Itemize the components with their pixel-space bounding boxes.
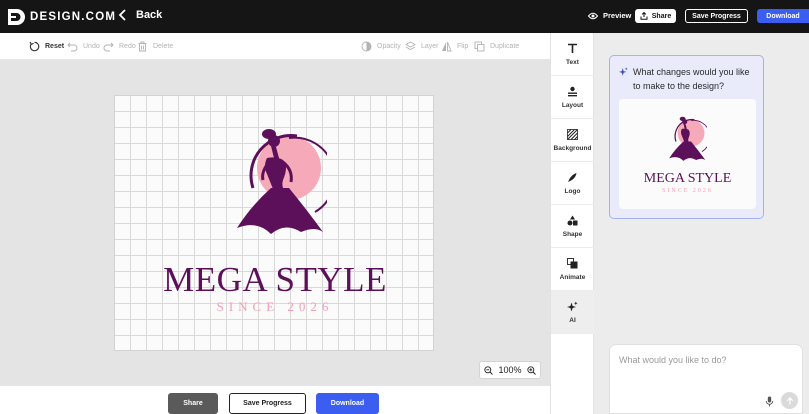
layout-icon xyxy=(568,86,577,96)
microphone-icon[interactable] xyxy=(765,396,774,407)
preview-subtitle-text: SINCE 2026 xyxy=(662,188,713,194)
zoom-out-icon[interactable] xyxy=(484,365,493,375)
layer-button[interactable]: Layer xyxy=(405,41,439,52)
logo-title-text[interactable]: MEGA STYLE xyxy=(115,262,435,297)
send-button[interactable] xyxy=(781,392,798,409)
redo-button[interactable]: Redo xyxy=(103,41,136,52)
rail-item-label: Animate xyxy=(559,273,586,281)
rail-item-ai[interactable]: AI xyxy=(551,291,594,334)
design-preview-thumbnail[interactable]: MEGA STYLE SINCE 2026 xyxy=(619,99,756,209)
text-icon xyxy=(568,43,577,53)
flip-icon xyxy=(442,41,452,52)
rail-item-layout[interactable]: Layout xyxy=(551,76,594,119)
share-button[interactable]: Share xyxy=(168,393,218,414)
brand[interactable]: DESIGN.COM xyxy=(7,7,116,26)
canvas-area[interactable]: MEGA STYLE SINCE 2026 100% xyxy=(0,60,550,385)
rail-item-shape[interactable]: Shape xyxy=(551,205,594,248)
undo-icon xyxy=(67,42,78,52)
preview-label: Preview xyxy=(603,11,632,20)
ai-question-text: What changes would you like to make to t… xyxy=(633,67,750,91)
rail-item-background[interactable]: Background xyxy=(551,119,594,162)
ai-sparkle-icon xyxy=(567,301,578,311)
chat-input-box xyxy=(609,344,803,414)
share-icon xyxy=(640,12,648,20)
zoom-control: 100% xyxy=(479,361,541,379)
arrow-up-icon xyxy=(786,396,793,404)
opacity-button[interactable]: Opacity xyxy=(361,41,401,52)
preview-button[interactable]: Preview xyxy=(588,11,631,20)
opacity-icon xyxy=(361,41,372,52)
ai-message-card: What changes would you like to make to t… xyxy=(609,55,764,219)
zoom-level: 100% xyxy=(498,365,522,375)
ai-question: What changes would you like to make to t… xyxy=(619,65,759,93)
fashion-woman-emblem-icon xyxy=(669,116,707,161)
flip-label: Flip xyxy=(457,43,469,50)
rail-item-label: Logo xyxy=(564,187,581,195)
animate-icon xyxy=(567,257,578,268)
back-label: Back xyxy=(136,9,163,21)
rail-item-label: Text xyxy=(566,58,579,66)
reset-button[interactable]: Reset xyxy=(29,41,64,52)
logo-subtitle-text[interactable]: SINCE 2026 xyxy=(115,300,435,313)
download-button[interactable]: Download xyxy=(316,393,379,414)
undo-button[interactable]: Undo xyxy=(67,41,100,52)
preview-title-text: MEGA STYLE xyxy=(643,171,732,186)
chat-input[interactable] xyxy=(619,353,794,367)
duplicate-icon xyxy=(474,41,485,52)
zoom-in-icon[interactable] xyxy=(527,365,536,375)
header-download-button[interactable]: Download xyxy=(757,9,809,23)
chevron-left-icon xyxy=(118,9,126,21)
ai-chat-panel: What changes would you like to make to t… xyxy=(594,33,809,414)
top-bar: DESIGN.COM Back Preview Share Save Progr… xyxy=(0,0,809,33)
design-com-logo-icon xyxy=(8,8,25,25)
rail-item-label: AI xyxy=(569,316,576,324)
undo-label: Undo xyxy=(83,43,100,50)
brand-name: DESIGN.COM xyxy=(30,10,117,23)
rail-item-label: Background xyxy=(553,144,592,152)
delete-label: Delete xyxy=(153,43,174,50)
bottom-bar: Share Save Progress Download xyxy=(0,385,550,414)
save-progress-button[interactable]: Save Progress xyxy=(229,393,306,414)
header-share-button[interactable]: Share xyxy=(635,9,676,23)
rail-item-label: Layout xyxy=(561,101,584,109)
reset-label: Reset xyxy=(45,43,65,50)
ai-sparkle-icon xyxy=(619,67,628,76)
rail-item-text[interactable]: Text xyxy=(551,33,594,76)
tool-rail: Text Layout Background Logo Shape Animat… xyxy=(550,33,594,414)
redo-icon xyxy=(103,42,114,52)
rail-item-animate[interactable]: Animate xyxy=(551,248,594,291)
eye-icon xyxy=(588,12,598,19)
rail-item-logo[interactable]: Logo xyxy=(551,162,594,205)
back-button[interactable]: Back xyxy=(118,9,162,21)
redo-label: Redo xyxy=(119,43,136,50)
duplicate-label: Duplicate xyxy=(490,43,520,50)
header-share-label: Share xyxy=(651,12,672,20)
trash-icon xyxy=(138,41,147,52)
logo-icon xyxy=(568,172,577,182)
background-icon xyxy=(567,128,578,140)
header-save-progress-button[interactable]: Save Progress xyxy=(685,9,748,23)
artboard[interactable]: MEGA STYLE SINCE 2026 xyxy=(114,95,434,351)
delete-button[interactable]: Delete xyxy=(137,41,173,52)
shape-icon xyxy=(567,215,578,225)
opacity-label: Opacity xyxy=(377,43,401,50)
rail-item-label: Shape xyxy=(562,230,583,238)
fashion-woman-emblem-icon[interactable] xyxy=(227,128,327,236)
layers-icon xyxy=(405,41,416,51)
duplicate-button[interactable]: Duplicate xyxy=(474,41,519,52)
flip-button[interactable]: Flip xyxy=(441,41,468,52)
layer-label: Layer xyxy=(421,43,439,50)
edit-toolbar: Reset Undo Redo Delete Opacity Layer Fli… xyxy=(0,33,550,60)
reset-icon xyxy=(29,41,40,52)
